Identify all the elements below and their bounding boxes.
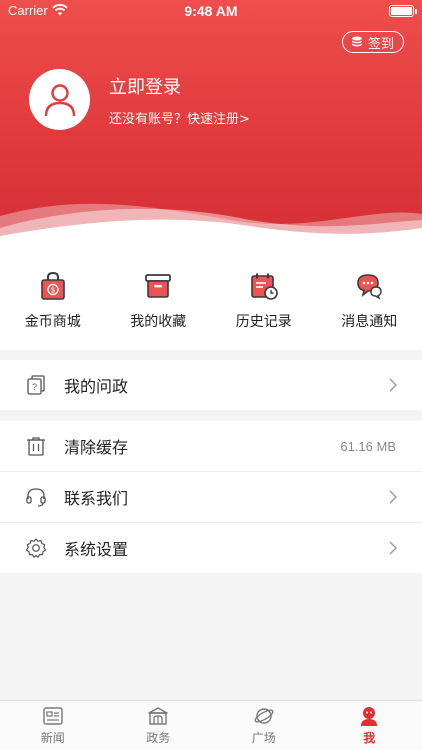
tab-square-label: 广场 (251, 731, 276, 745)
status-bar: Carrier 9:48 AM (0, 0, 422, 22)
chevron-right-icon (389, 490, 397, 504)
my-questions-label: 我的问政 (64, 377, 129, 396)
government-icon (148, 707, 168, 725)
battery-icon (389, 5, 417, 17)
trash-icon (27, 437, 45, 456)
quick-actions: $ 金币商城 我的收藏 历史记录 消息通知 (0, 248, 422, 350)
clock: 9:48 AM (184, 3, 238, 19)
history-button[interactable]: 历史记录 (211, 248, 317, 350)
favorites-button[interactable]: 我的收藏 (106, 248, 212, 350)
clear-cache-row[interactable]: 清除缓存 61.16 MB (0, 421, 422, 471)
my-questions-row[interactable]: ? 我的问政 (0, 360, 422, 410)
register-link[interactable]: 还没有账号？快速注册> (109, 108, 250, 127)
contact-us-row[interactable]: 联系我们 (0, 472, 422, 522)
coin-shop-button[interactable]: $ 金币商城 (0, 248, 106, 350)
svg-text:?: ? (32, 382, 37, 392)
profile-header: Carrier 9:48 AM 签到 立即登录 还没有账号？快速注册> (0, 0, 422, 248)
tab-news-label: 新闻 (40, 731, 65, 745)
clear-cache-label: 清除缓存 (64, 438, 129, 457)
favorites-label: 我的收藏 (130, 314, 187, 330)
tab-news[interactable]: 新闻 (0, 701, 106, 750)
settings-row[interactable]: 系统设置 (0, 523, 422, 573)
contact-us-label: 联系我们 (64, 489, 129, 508)
login-link[interactable]: 立即登录 (109, 73, 181, 99)
messages-label: 消息通知 (341, 314, 398, 330)
tab-government-label: 政务 (146, 731, 171, 745)
history-calendar-icon (250, 273, 278, 300)
avatar[interactable] (29, 69, 90, 130)
svg-text:$: $ (51, 288, 55, 295)
user-avatar-icon (44, 83, 75, 116)
tab-me[interactable]: 我 (317, 701, 422, 750)
me-icon (361, 707, 378, 726)
messages-button[interactable]: 消息通知 (317, 248, 422, 350)
chevron-right-icon (389, 541, 397, 555)
message-bubble-icon (357, 274, 382, 300)
settings-label: 系统设置 (64, 540, 129, 559)
chevron-right-icon (389, 378, 397, 392)
checkin-button[interactable]: 签到 (341, 31, 404, 53)
coin-shop-icon: $ (40, 271, 65, 300)
gear-icon (25, 538, 47, 558)
history-label: 历史记录 (235, 314, 292, 330)
tab-square[interactable]: 广场 (211, 701, 317, 750)
favorites-box-icon (145, 274, 172, 298)
headset-icon (26, 488, 46, 507)
coin-shop-label: 金币商城 (24, 314, 81, 330)
question-doc-icon: ? (27, 375, 45, 395)
tab-government[interactable]: 政务 (106, 701, 212, 750)
planet-icon (254, 708, 274, 724)
tab-bar: 新闻 政务 广场 我 (0, 700, 422, 750)
checkin-label: 签到 (367, 36, 394, 52)
news-icon (43, 707, 63, 725)
tab-me-label: 我 (363, 731, 376, 745)
coin-stack-icon (351, 36, 362, 47)
cache-size: 61.16 MB (340, 438, 396, 454)
wave-decoration (0, 203, 422, 248)
